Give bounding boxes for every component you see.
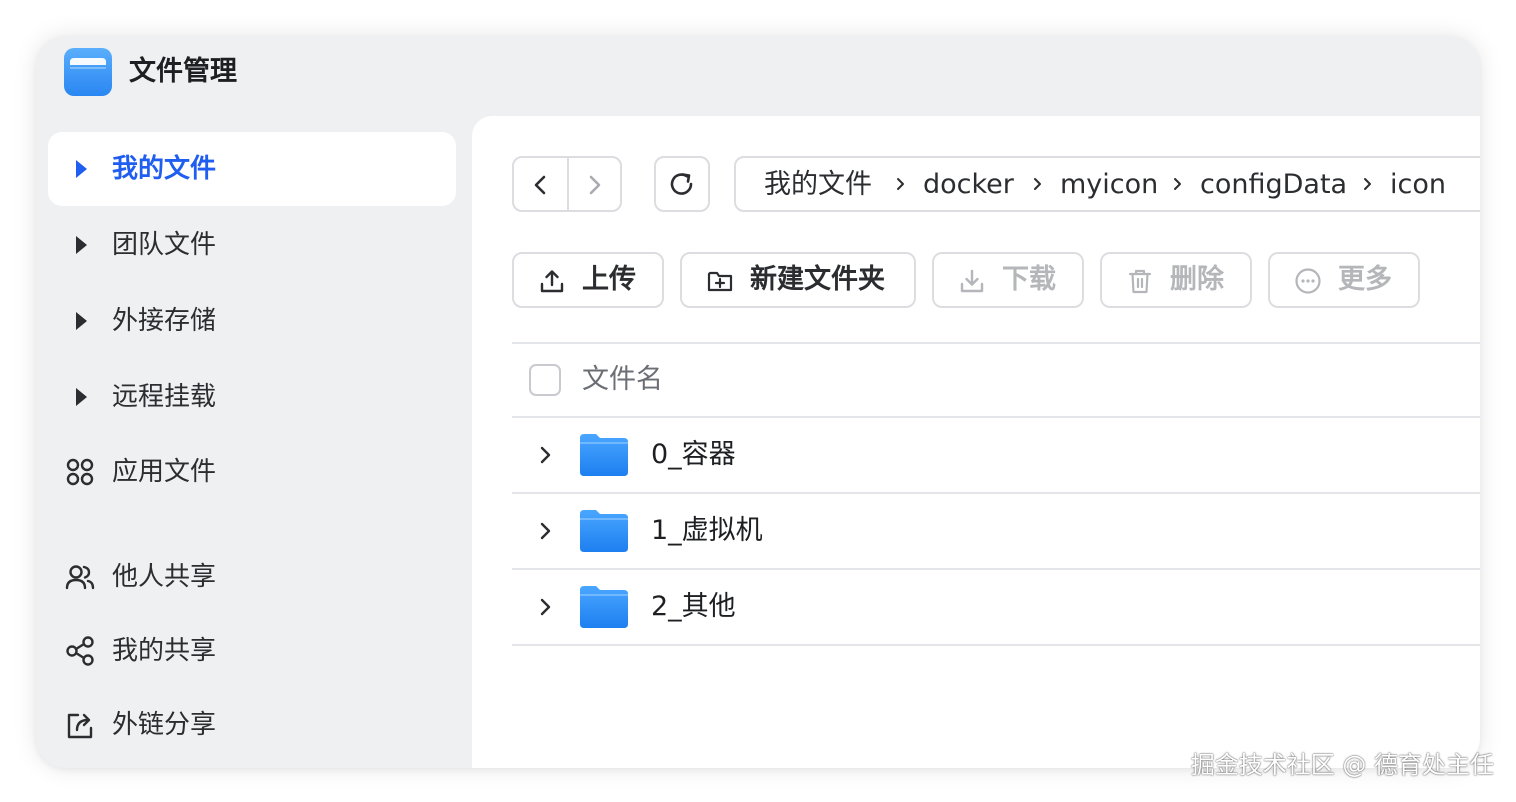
table-row[interactable]: 0_容器 (512, 418, 1480, 494)
app-title: 文件管理 (129, 56, 237, 87)
history-nav (512, 156, 622, 212)
download-icon (960, 269, 984, 293)
file-manager-window: 文件管理 我的文件 团队文件 外接存储 远程挂载 应用文件 他人共享 我的共享 … (36, 36, 1480, 768)
select-all-checkbox[interactable] (529, 364, 561, 396)
chevron-right-icon (1034, 178, 1041, 190)
folder-icon (580, 586, 628, 628)
upload-button[interactable]: 上传 (512, 252, 664, 308)
new-folder-label: 新建文件夹 (750, 264, 885, 295)
sidebar-item-app-files[interactable]: 应用文件 (48, 435, 456, 509)
chevron-right-icon (1174, 178, 1181, 190)
file-name: 2_其他 (651, 591, 736, 622)
folder-plus-icon (707, 271, 733, 292)
share-icon (66, 636, 94, 666)
sidebar-item-label: 远程挂载 (112, 382, 217, 412)
breadcrumb-item-docker[interactable]: docker (923, 168, 1014, 202)
trash-icon (1128, 269, 1152, 294)
breadcrumb-item-myicon[interactable]: myicon (1060, 168, 1158, 202)
expand-chevron-icon[interactable] (536, 444, 556, 466)
external-share-icon (67, 713, 93, 739)
title-bar: 文件管理 (36, 36, 1480, 116)
new-folder-button[interactable]: 新建文件夹 (680, 252, 916, 308)
forward-button[interactable] (569, 158, 620, 210)
sidebar-item-label: 我的文件 (112, 154, 217, 184)
expand-chevron-icon[interactable] (536, 596, 556, 618)
column-header-name[interactable]: 文件名 (582, 362, 663, 398)
delete-button[interactable]: 删除 (1100, 252, 1252, 308)
download-button[interactable]: 下载 (932, 252, 1084, 308)
sidebar-item-label: 我的共享 (112, 636, 217, 666)
download-label: 下载 (1002, 264, 1056, 295)
file-name: 1_虚拟机 (651, 515, 763, 546)
sidebar-item-my-files[interactable]: 我的文件 (48, 132, 456, 206)
file-name: 0_容器 (651, 439, 736, 470)
sidebar-item-team-files[interactable]: 团队文件 (48, 208, 456, 282)
sidebar-item-shared-with-me[interactable]: 他人共享 (48, 540, 456, 614)
main-panel: 我的文件 docker myicon configData icon 上传 新建… (472, 116, 1480, 768)
sidebar-item-label: 外链分享 (112, 710, 217, 740)
sidebar-item-external-storage[interactable]: 外接存储 (48, 284, 456, 358)
sidebar-item-label: 应用文件 (112, 457, 217, 487)
breadcrumb: 我的文件 docker myicon configData icon (734, 156, 1480, 212)
sidebar-item-remote-mount[interactable]: 远程挂载 (48, 360, 456, 434)
caret-right-icon (76, 388, 87, 406)
upload-icon (540, 270, 564, 293)
upload-label: 上传 (582, 264, 636, 295)
users-icon (65, 565, 95, 590)
apps-grid-icon (66, 458, 94, 486)
caret-right-icon (76, 160, 87, 178)
chevron-left-icon (534, 175, 546, 195)
sidebar-item-my-shares[interactable]: 我的共享 (48, 614, 456, 688)
chevron-right-icon (1364, 178, 1371, 190)
sidebar-item-external-share[interactable]: 外链分享 (48, 688, 456, 762)
folder-app-icon (64, 48, 112, 96)
sidebar-item-label: 外接存储 (112, 306, 217, 336)
sidebar-item-label: 他人共享 (112, 562, 217, 592)
chevron-right-icon (589, 175, 601, 195)
sidebar: 我的文件 团队文件 外接存储 远程挂载 应用文件 他人共享 我的共享 外链分享 (36, 116, 472, 768)
breadcrumb-item-icon[interactable]: icon (1390, 168, 1446, 202)
refresh-icon (670, 173, 693, 195)
folder-icon (580, 510, 628, 552)
folder-icon (580, 434, 628, 476)
table-row[interactable]: 1_虚拟机 (512, 494, 1480, 570)
sidebar-item-label: 团队文件 (112, 230, 217, 260)
caret-right-icon (76, 312, 87, 330)
caret-right-icon (76, 236, 87, 254)
watermark: 掘金技术社区 @ 德育处主任 (1190, 751, 1494, 779)
chevron-right-icon (897, 178, 904, 190)
more-icon (1295, 268, 1321, 294)
more-label: 更多 (1338, 264, 1392, 295)
refresh-button[interactable] (654, 156, 710, 212)
back-button[interactable] (514, 158, 569, 210)
table-row[interactable]: 2_其他 (512, 570, 1480, 646)
expand-chevron-icon[interactable] (536, 520, 556, 542)
more-button[interactable]: 更多 (1268, 252, 1420, 308)
breadcrumb-item-my-files[interactable]: 我的文件 (764, 168, 872, 202)
breadcrumb-item-configdata[interactable]: configData (1200, 168, 1347, 202)
delete-label: 删除 (1170, 264, 1224, 295)
table-header: 文件名 (512, 342, 1480, 418)
